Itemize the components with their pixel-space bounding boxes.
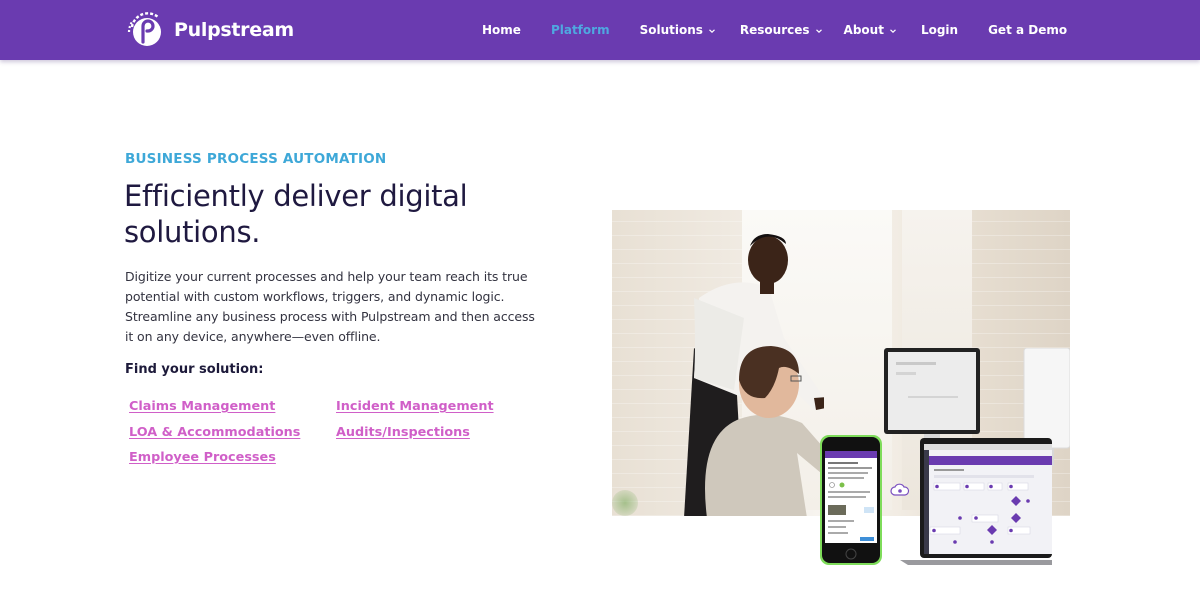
smartphone-app-icon xyxy=(820,435,882,565)
nav-resources[interactable]: Resources xyxy=(740,0,823,60)
find-solution-label: Find your solution: xyxy=(125,362,264,377)
link-loa-accommodations[interactable]: LOA & Accommodations xyxy=(129,425,300,440)
main-nav: Home Platform Solutions Resources About … xyxy=(482,0,1067,60)
nav-solutions[interactable]: Solutions xyxy=(640,0,716,60)
nav-login-label: Login xyxy=(920,23,959,37)
nav-platform-label: Platform xyxy=(550,23,610,37)
nav-get-a-demo-label: Get a Demo xyxy=(988,23,1068,37)
nav-login[interactable]: Login xyxy=(921,0,958,60)
pulpstream-p-logo-icon xyxy=(127,12,161,46)
link-audits-inspections[interactable]: Audits/Inspections xyxy=(336,425,470,440)
hero-image xyxy=(612,210,1070,566)
top-navbar: Pulpstream Home Platform Solutions Resou… xyxy=(0,0,1200,60)
nav-solutions-label: Solutions xyxy=(639,23,703,37)
page-headline: Efficiently deliver digital solutions. xyxy=(124,179,468,249)
laptop-workflow-icon xyxy=(900,438,1052,565)
nav-about-label: About xyxy=(843,23,884,37)
chevron-down-icon xyxy=(708,28,715,33)
chevron-down-icon xyxy=(815,28,822,33)
nav-home-label: Home xyxy=(482,23,521,37)
brand-name: Pulpstream xyxy=(174,19,294,41)
nav-platform[interactable]: Platform xyxy=(551,0,610,60)
nav-resources-label: Resources xyxy=(739,23,810,37)
nav-home[interactable]: Home xyxy=(482,0,521,60)
link-claims-management[interactable]: Claims Management xyxy=(129,399,275,414)
link-employee-processes[interactable]: Employee Processes xyxy=(129,450,276,465)
chevron-down-icon xyxy=(890,28,896,33)
section-eyebrow: BUSINESS PROCESS AUTOMATION xyxy=(125,151,387,167)
nav-about[interactable]: About xyxy=(844,0,897,60)
hero-description: Digitize your current processes and help… xyxy=(125,269,535,344)
plant-leaf-blur xyxy=(612,490,638,516)
link-incident-management[interactable]: Incident Management xyxy=(336,399,494,414)
logo-link[interactable]: Pulpstream xyxy=(124,8,294,52)
nav-get-a-demo[interactable]: Get a Demo xyxy=(988,0,1067,60)
